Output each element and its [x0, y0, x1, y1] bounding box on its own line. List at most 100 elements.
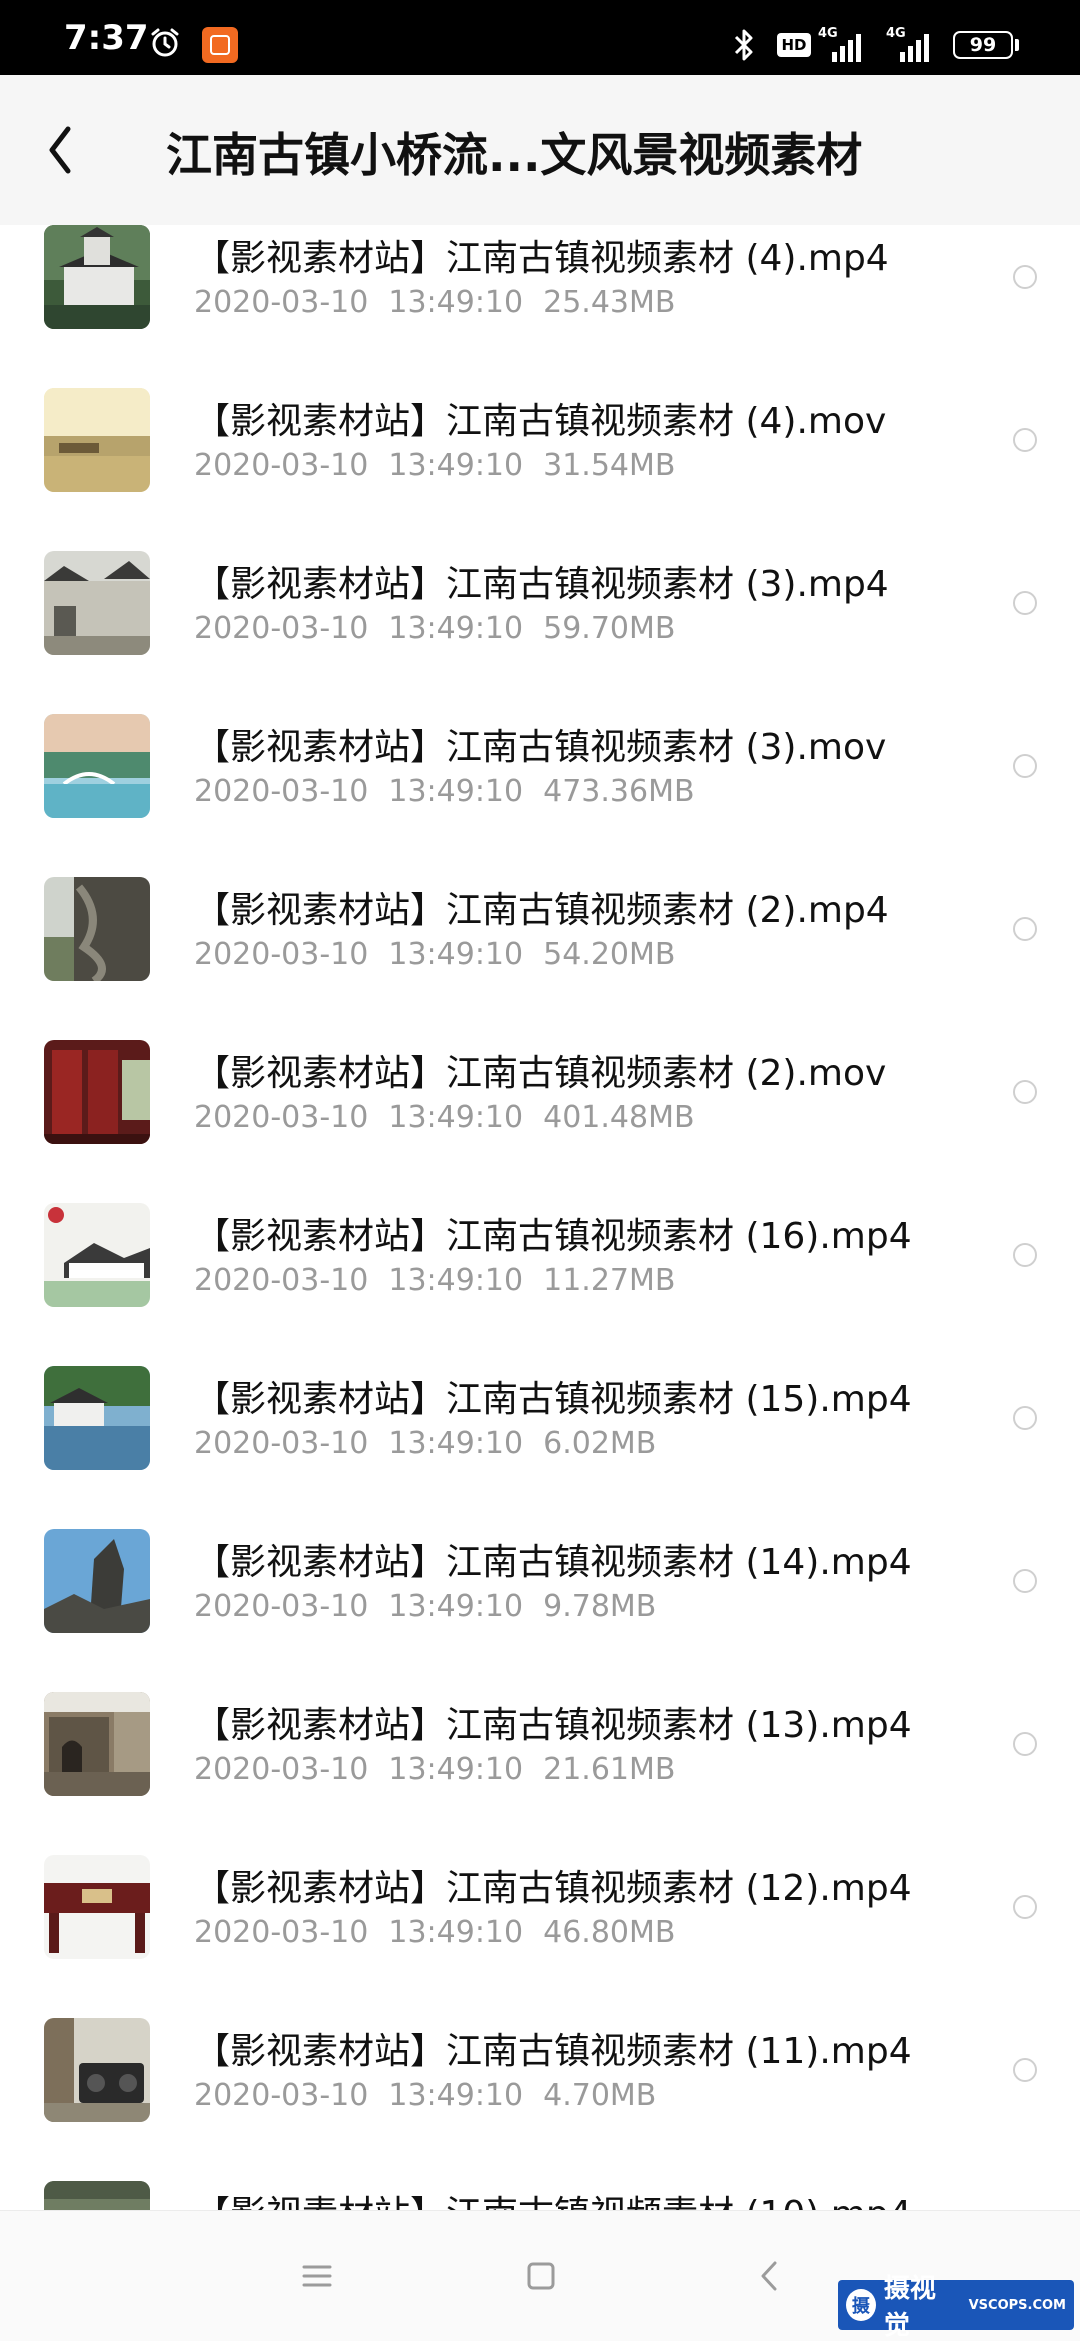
file-meta: 2020-03-10 13:49:10 54.20MB [194, 937, 675, 972]
file-time: 13:49:10 [388, 611, 524, 646]
alarm-icon [151, 28, 179, 57]
watermark-domain: VSCOPS.COM [968, 2297, 1066, 2313]
file-date: 2020-03-10 [194, 937, 369, 972]
file-date: 2020-03-10 [194, 285, 369, 320]
select-radio[interactable] [1013, 1243, 1037, 1267]
video-thumbnail [44, 388, 150, 492]
file-meta: 2020-03-10 13:49:10 59.70MB [194, 611, 675, 646]
file-meta: 2020-03-10 13:49:10 9.78MB [194, 1589, 656, 1624]
file-size: 11.27MB [543, 1263, 676, 1298]
video-thumbnail [44, 1529, 150, 1633]
file-date: 2020-03-10 [194, 1589, 369, 1624]
file-name: 【影视素材站】江南古镇视频素材 (3).mp4 [194, 564, 889, 605]
select-radio[interactable] [1013, 1080, 1037, 1104]
file-time: 13:49:10 [388, 1752, 524, 1787]
file-meta: 2020-03-10 13:49:10 21.61MB [194, 1752, 675, 1787]
file-time: 13:49:10 [388, 448, 524, 483]
file-time: 13:49:10 [388, 2078, 524, 2113]
file-date: 2020-03-10 [194, 611, 369, 646]
file-name: 【影视素材站】江南古镇视频素材 (4).mov [194, 401, 887, 442]
file-name: 【影视素材站】江南古镇视频素材 (15).mp4 [194, 1379, 912, 1420]
video-thumbnail [44, 2018, 150, 2122]
page-title: 江南古镇小桥流...文风景视频素材 [166, 128, 863, 182]
video-thumbnail [44, 2181, 150, 2210]
list-item[interactable]: 【影视素材站】江南古镇视频素材 (4).mov 2020-03-10 13:49:… [0, 388, 1080, 551]
home-button[interactable] [516, 2251, 566, 2301]
file-size: 46.80MB [543, 1915, 676, 1950]
file-date: 2020-03-10 [194, 1263, 369, 1298]
list-item[interactable]: 【影视素材站】江南古镇视频素材 (4).mp4 2020-03-10 13:49:… [0, 225, 1080, 388]
file-size: 31.54MB [543, 448, 676, 483]
select-radio[interactable] [1013, 917, 1037, 941]
file-time: 13:49:10 [388, 1100, 524, 1135]
list-item[interactable]: 【影视素材站】江南古镇视频素材 (3).mov 2020-03-10 13:49:… [0, 714, 1080, 877]
battery-tip [1015, 39, 1019, 51]
file-date: 2020-03-10 [194, 774, 369, 809]
list-item[interactable]: 【影视素材站】江南古镇视频素材 (16).mp4 2020-03-10 13:49… [0, 1203, 1080, 1366]
back-button[interactable] [38, 115, 98, 185]
file-size: 473.36MB [543, 774, 695, 809]
list-item[interactable]: 【影视素材站】江南古镇视频素材 (10).mp4 [0, 2181, 1080, 2210]
file-name: 【影视素材站】江南古镇视频素材 (2).mov [194, 1053, 887, 1094]
file-meta: 2020-03-10 13:49:10 31.54MB [194, 448, 675, 483]
file-time: 13:49:10 [388, 774, 524, 809]
file-date: 2020-03-10 [194, 1426, 369, 1461]
battery-icon: 99 [953, 31, 1013, 59]
video-thumbnail [44, 1040, 150, 1144]
file-time: 13:49:10 [388, 937, 524, 972]
system-back-button[interactable] [745, 2251, 795, 2301]
select-radio[interactable] [1013, 591, 1037, 615]
watermark-logo: 摄 [846, 2289, 876, 2321]
select-radio[interactable] [1013, 754, 1037, 778]
list-item[interactable]: 【影视素材站】江南古镇视频素材 (11).mp4 2020-03-10 13:49… [0, 2018, 1080, 2181]
file-size: 4.70MB [543, 2078, 657, 2113]
select-radio[interactable] [1013, 1732, 1037, 1756]
select-radio[interactable] [1013, 1895, 1037, 1919]
file-meta: 2020-03-10 13:49:10 401.48MB [194, 1100, 695, 1135]
file-size: 9.78MB [543, 1589, 657, 1624]
list-item[interactable]: 【影视素材站】江南古镇视频素材 (3).mp4 2020-03-10 13:49:… [0, 551, 1080, 714]
file-name: 【影视素材站】江南古镇视频素材 (3).mov [194, 727, 887, 768]
chevron-left-icon [49, 126, 71, 174]
file-size: 21.61MB [543, 1752, 676, 1787]
file-date: 2020-03-10 [194, 2078, 369, 2113]
file-time: 13:49:10 [388, 1915, 524, 1950]
select-radio[interactable] [1013, 2058, 1037, 2082]
file-name: 【影视素材站】江南古镇视频素材 (16).mp4 [194, 1216, 912, 1257]
status-time: 7:37 [64, 18, 149, 58]
file-meta: 2020-03-10 13:49:10 46.80MB [194, 1915, 675, 1950]
list-item[interactable]: 【影视素材站】江南古镇视频素材 (2).mp4 2020-03-10 13:49:… [0, 877, 1080, 1040]
video-thumbnail [44, 225, 150, 329]
bluetooth-icon [734, 29, 753, 61]
file-name: 【影视素材站】江南古镇视频素材 (11).mp4 [194, 2031, 912, 2072]
file-list[interactable]: 【影视素材站】江南古镇视频素材 (4).mp4 2020-03-10 13:49:… [0, 225, 1080, 2210]
file-size: 401.48MB [543, 1100, 695, 1135]
file-size: 59.70MB [543, 611, 676, 646]
list-item[interactable]: 【影视素材站】江南古镇视频素材 (15).mp4 2020-03-10 13:49… [0, 1366, 1080, 1529]
list-item[interactable]: 【影视素材站】江南古镇视频素材 (12).mp4 2020-03-10 13:49… [0, 1855, 1080, 2018]
select-radio[interactable] [1013, 428, 1037, 452]
file-date: 2020-03-10 [194, 1100, 369, 1135]
file-meta: 2020-03-10 13:49:10 4.70MB [194, 2078, 656, 2113]
file-size: 6.02MB [543, 1426, 657, 1461]
menu-button[interactable] [292, 2251, 342, 2301]
file-time: 13:49:10 [388, 285, 524, 320]
list-item[interactable]: 【影视素材站】江南古镇视频素材 (13).mp4 2020-03-10 13:49… [0, 1692, 1080, 1855]
video-thumbnail [44, 1203, 150, 1307]
file-meta: 2020-03-10 13:49:10 25.43MB [194, 285, 675, 320]
video-thumbnail [44, 1855, 150, 1959]
home-square-icon [527, 2262, 555, 2290]
select-radio[interactable] [1013, 1406, 1037, 1430]
file-time: 13:49:10 [388, 1589, 524, 1624]
list-item[interactable]: 【影视素材站】江南古镇视频素材 (2).mov 2020-03-10 13:49:… [0, 1040, 1080, 1203]
select-radio[interactable] [1013, 265, 1037, 289]
menu-icon [302, 2265, 332, 2287]
file-name: 【影视素材站】江南古镇视频素材 (12).mp4 [194, 1868, 912, 1909]
file-size: 25.43MB [543, 285, 676, 320]
file-time: 13:49:10 [388, 1426, 524, 1461]
select-radio[interactable] [1013, 1569, 1037, 1593]
file-time: 13:49:10 [388, 1263, 524, 1298]
list-item[interactable]: 【影视素材站】江南古镇视频素材 (14).mp4 2020-03-10 13:49… [0, 1529, 1080, 1692]
video-thumbnail [44, 877, 150, 981]
video-thumbnail [44, 1366, 150, 1470]
